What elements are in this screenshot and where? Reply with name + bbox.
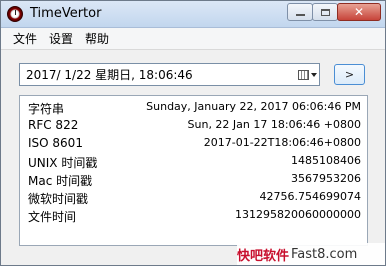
result-value: Sun, 22 Jan 17 18:06:46 +0800 [187, 118, 361, 131]
result-label: 字符串 [28, 102, 65, 116]
window-title: TimeVertor [30, 6, 102, 21]
watermark-brand: 快吧软件 [237, 248, 290, 264]
result-label: 文件时间 [28, 210, 77, 224]
list-item[interactable]: ISO 8601 2017-01-22T18:06:46+0800 [20, 136, 367, 154]
calendar-icon [298, 69, 309, 80]
watermark: 快吧软件 Fast8.com [237, 243, 385, 265]
title-bar[interactable]: TimeVertor ✕ [1, 1, 385, 28]
menu-file[interactable]: 文件 [7, 29, 43, 49]
convert-button[interactable]: > [334, 64, 365, 85]
result-value: Sunday, January 22, 2017 06:06:46 PM [146, 100, 361, 113]
list-item[interactable]: 微软时间戳 42756.754699074 [20, 190, 367, 208]
chevron-down-icon [311, 72, 317, 77]
calendar-dropdown[interactable] [291, 66, 317, 83]
result-value: 1485108406 [291, 154, 361, 167]
list-item[interactable]: Mac 时间戳 3567953206 [20, 172, 367, 190]
maximize-button[interactable] [312, 3, 338, 21]
list-item[interactable]: RFC 822 Sun, 22 Jan 17 18:06:46 +0800 [20, 118, 367, 136]
result-label: UNIX 时间戳 [28, 156, 98, 170]
result-value: 3567953206 [291, 172, 361, 185]
minimize-icon [295, 13, 305, 16]
result-value: 2017-01-22T18:06:46+0800 [203, 136, 361, 149]
result-value: 42756.754699074 [259, 190, 361, 203]
minimize-button[interactable] [287, 3, 313, 21]
result-label: ISO 8601 [28, 136, 83, 150]
list-item[interactable]: 字符串 Sunday, January 22, 2017 06:06:46 PM [20, 100, 367, 118]
result-label: RFC 822 [28, 118, 79, 132]
results-list: 字符串 Sunday, January 22, 2017 06:06:46 PM… [19, 95, 368, 246]
datetime-value: 2017/ 1/22 星期日, 18:06:46 [26, 68, 193, 82]
menu-help[interactable]: 帮助 [79, 29, 115, 49]
list-item[interactable]: 文件时间 131295820060000000 [20, 208, 367, 226]
maximize-icon [320, 8, 330, 16]
app-window: TimeVertor ✕ 文件 设置 帮助 2017/ 1/22 星期日, 18… [0, 0, 386, 266]
clock-icon [7, 6, 23, 22]
watermark-site: Fast8.com [291, 246, 358, 262]
list-item[interactable]: UNIX 时间戳 1485108406 [20, 154, 367, 172]
datetime-picker[interactable]: 2017/ 1/22 星期日, 18:06:46 [19, 63, 320, 86]
result-label: 微软时间戳 [28, 192, 89, 206]
menu-bar: 文件 设置 帮助 [1, 28, 385, 50]
close-icon: ✕ [353, 5, 365, 19]
result-value: 131295820060000000 [235, 208, 361, 221]
close-button[interactable]: ✕ [337, 3, 381, 21]
result-label: Mac 时间戳 [28, 174, 93, 188]
menu-settings[interactable]: 设置 [43, 29, 79, 49]
